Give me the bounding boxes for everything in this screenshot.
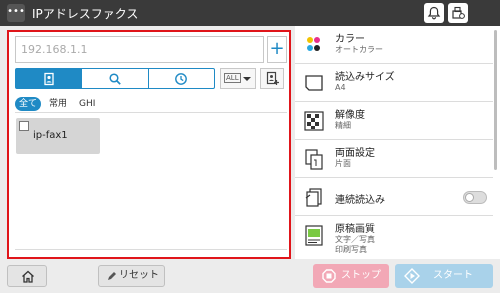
register-book-icon [266, 71, 279, 85]
destination-panel: 192.168.1.1 + ALL 全て 常用 GHI ip-fax1 [7, 30, 291, 259]
start-label: スタート [433, 270, 473, 281]
add-destination-button[interactable]: + [267, 36, 287, 63]
tab-history[interactable] [149, 69, 214, 88]
index-dropdown[interactable]: ALL [220, 68, 256, 89]
duplex-icon [305, 149, 323, 170]
chevron-down-icon [243, 77, 251, 81]
search-icon [109, 72, 121, 85]
color-dots-icon [307, 37, 320, 51]
setting-continuous-scan[interactable]: 連続読込み [295, 178, 493, 216]
filter-ghi[interactable]: GHI [75, 97, 99, 111]
tab-address-book[interactable] [16, 69, 83, 88]
setting-image-quality-title: 原稿画質 [335, 224, 375, 235]
home-icon [22, 270, 34, 283]
setting-duplex-title: 両面設定 [335, 148, 375, 159]
pencil-icon [108, 272, 116, 280]
view-tab-group [15, 68, 215, 89]
address-book-icon [44, 72, 54, 85]
resolution-icon [304, 111, 324, 131]
destination-item[interactable]: ip-fax1 [16, 118, 100, 154]
reset-label: リセット [119, 270, 159, 281]
list-divider [15, 249, 287, 250]
start-button[interactable]: スタート [395, 264, 493, 288]
setting-resolution-title: 解像度 [335, 110, 365, 121]
filter-frequent[interactable]: 常用 [45, 97, 71, 111]
setting-color[interactable]: カラー オートカラー [295, 26, 493, 64]
setting-scan-size-value: A4 [335, 83, 346, 92]
bell-icon[interactable] [424, 3, 444, 23]
setting-resolution[interactable]: 解像度 精細 [295, 102, 493, 140]
ellipsis-icon[interactable]: ••• [7, 4, 25, 22]
stop-button[interactable]: ストップ [313, 264, 389, 288]
home-button[interactable] [7, 265, 47, 287]
image-quality-icon [305, 225, 323, 246]
setting-image-quality-value: 文字／写真 [335, 235, 375, 244]
setting-continuous-scan-title: 連続読込み [335, 195, 385, 206]
settings-panel: カラー オートカラー 読込みサイズ A4 解像度 精細 両面設定 片面 連続読込… [295, 26, 500, 259]
setting-scan-size-title: 読込みサイズ [335, 72, 395, 83]
paper-size-icon [305, 75, 323, 91]
continuous-scan-icon [305, 188, 322, 207]
fax-status-icon[interactable] [448, 3, 468, 23]
setting-duplex-value: 片面 [335, 159, 351, 168]
page-title: IPアドレスファクス [32, 7, 139, 21]
destination-checkbox[interactable] [19, 121, 29, 131]
tab-search[interactable] [82, 69, 149, 88]
setting-image-quality[interactable]: 原稿画質 文字／写真 印刷写真 [295, 216, 493, 259]
continuous-scan-toggle[interactable] [463, 191, 487, 204]
setting-color-value: オートカラー [335, 45, 383, 54]
setting-color-title: カラー [335, 34, 365, 45]
clock-icon [175, 72, 188, 85]
filter-divider [15, 112, 287, 113]
register-address-button[interactable] [260, 68, 284, 89]
toggle-knob [465, 193, 474, 202]
title-bar: ••• IPアドレスファクス [0, 0, 500, 26]
start-icon [404, 268, 420, 284]
stop-label: ストップ [341, 270, 381, 281]
settings-scrollbar[interactable] [494, 30, 497, 170]
setting-resolution-value: 精細 [335, 121, 351, 130]
setting-scan-size[interactable]: 読込みサイズ A4 [295, 64, 493, 102]
stop-icon [322, 269, 336, 283]
index-dropdown-value: ALL [224, 73, 241, 83]
destination-name: ip-fax1 [33, 130, 68, 141]
reset-button[interactable]: リセット [98, 265, 165, 287]
filter-tabs: 全て 常用 GHI [15, 97, 103, 111]
setting-duplex[interactable]: 両面設定 片面 [295, 140, 493, 178]
setting-image-quality-value2: 印刷写真 [335, 245, 367, 254]
filter-all[interactable]: 全て [15, 97, 42, 111]
address-input[interactable]: 192.168.1.1 [15, 36, 264, 63]
